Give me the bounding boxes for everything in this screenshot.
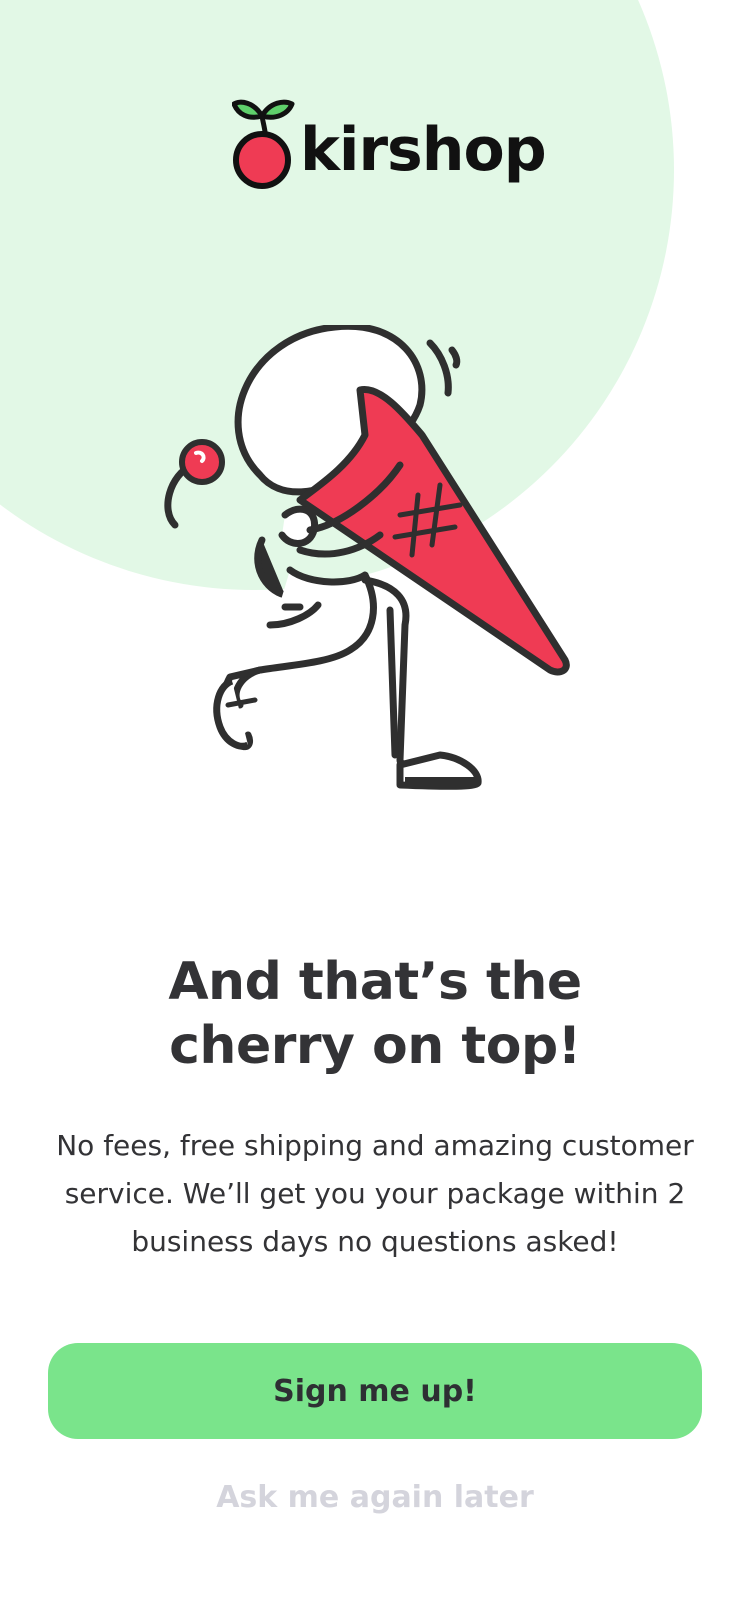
description-text: No fees, free shipping and amazing custo… <box>40 1122 710 1266</box>
description-line: business days no questions asked! <box>131 1225 619 1258</box>
headline: And that’s the cherry on top! <box>0 950 750 1078</box>
person-carrying-ice-cream-illustration <box>164 325 570 790</box>
onboarding-screen: kirshop And that’s the cherry on top! No… <box>0 0 750 1624</box>
headline-line: cherry on top! <box>169 1016 581 1076</box>
brand-name: kirshop <box>300 115 547 185</box>
headline-line: And that’s the <box>168 952 582 1012</box>
cherry-icon <box>232 99 295 189</box>
ask-later-link[interactable]: Ask me again later <box>0 1476 750 1520</box>
description-line: No fees, free shipping and amazing custo… <box>56 1129 694 1162</box>
sign-up-button[interactable]: Sign me up! <box>48 1343 702 1439</box>
description-line: service. We’ll get you your package with… <box>64 1177 686 1210</box>
brand-logo: kirshop <box>232 98 547 194</box>
